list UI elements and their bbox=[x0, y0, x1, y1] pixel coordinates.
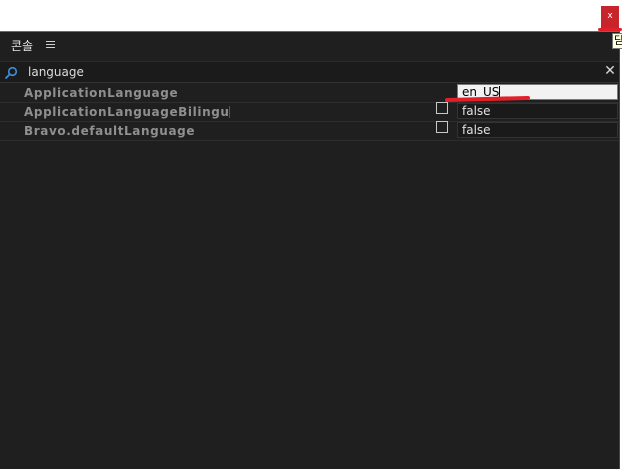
property-row: Bravo.defaultLanguage false bbox=[0, 121, 619, 141]
column-divider[interactable] bbox=[229, 106, 230, 118]
property-name: ApplicationLanguage bbox=[24, 86, 179, 100]
hamburger-menu-icon[interactable] bbox=[46, 41, 55, 49]
title-bar bbox=[0, 0, 622, 31]
property-value-field[interactable]: false bbox=[457, 122, 618, 138]
property-checkbox[interactable] bbox=[436, 121, 448, 133]
property-row: ApplicationLanguage en_US bbox=[0, 83, 619, 103]
property-row: ApplicationLanguageBilingual false bbox=[0, 102, 619, 122]
property-value-field[interactable]: false bbox=[457, 103, 618, 119]
close-button[interactable]: x bbox=[601, 6, 619, 28]
clear-search-icon[interactable]: ✕ bbox=[604, 63, 616, 79]
close-tooltip: 닫 bbox=[612, 33, 622, 49]
property-name: ApplicationLanguageBilingual bbox=[24, 105, 228, 119]
search-input[interactable] bbox=[26, 63, 588, 80]
property-name: Bravo.defaultLanguage bbox=[24, 124, 196, 138]
panel-title: 콘솔 bbox=[11, 39, 34, 53]
property-checkbox[interactable] bbox=[436, 102, 448, 114]
search-icon bbox=[4, 65, 18, 80]
panel-header: 콘솔 bbox=[0, 32, 620, 60]
search-bar: ✕ bbox=[0, 61, 619, 83]
